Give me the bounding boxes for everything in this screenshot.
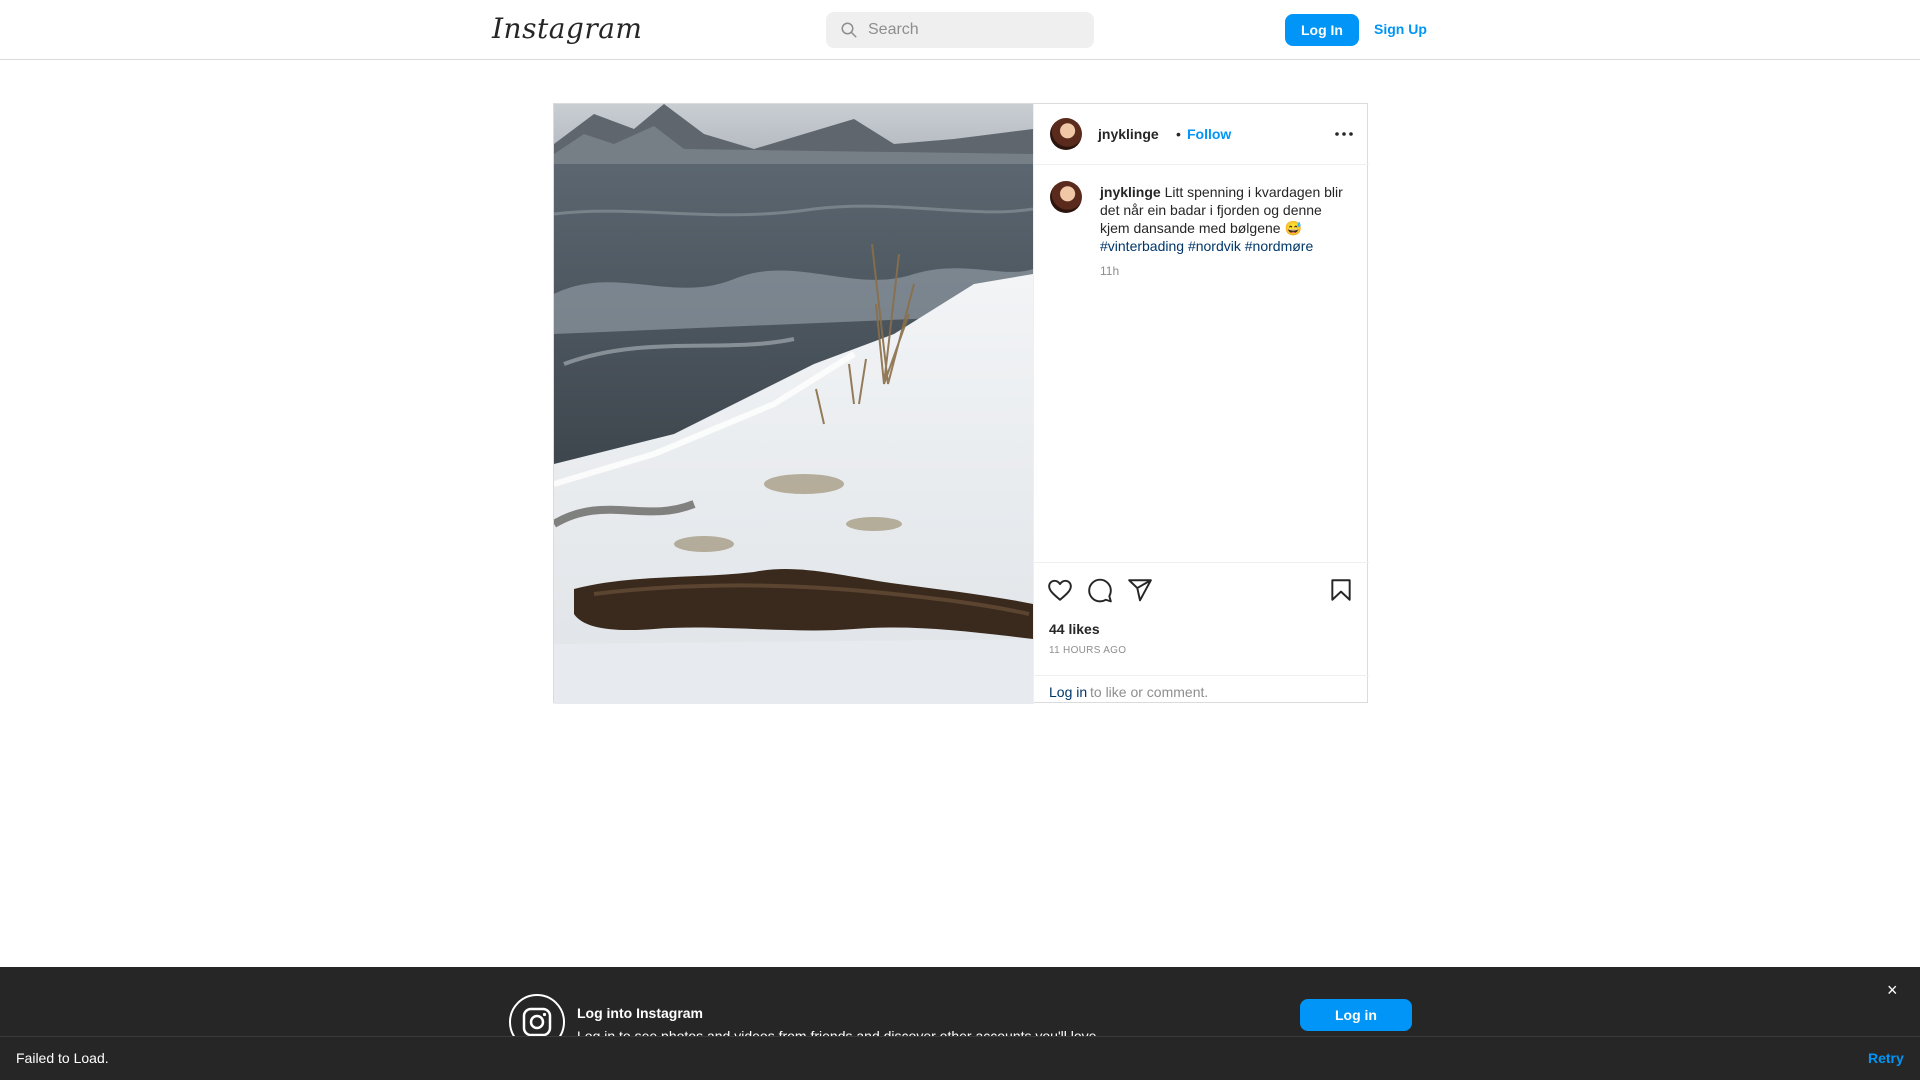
share-icon[interactable] (1127, 577, 1153, 603)
comment-prompt-text: to like or comment. (1090, 684, 1209, 700)
banner-title: Log into Instagram (577, 1005, 703, 1021)
status-message: Failed to Load. (16, 1050, 109, 1066)
caption-section: jnyklinge Litt spenning i kvardagen blir… (1034, 165, 1369, 565)
follow-button[interactable]: Follow (1187, 126, 1231, 142)
separator-dot: • (1176, 126, 1181, 142)
post-sidebar: jnyklinge • Follow jnyklinge Litt spenni… (1033, 104, 1369, 704)
caption-username[interactable]: jnyklinge (1100, 184, 1161, 200)
search-icon (841, 22, 857, 38)
heart-icon[interactable] (1047, 577, 1073, 603)
search-box[interactable] (826, 12, 1094, 48)
post-username[interactable]: jnyklinge (1098, 126, 1159, 142)
status-bar: Failed to Load. Retry (0, 1036, 1920, 1080)
hashtag-link[interactable]: #vinterbading (1100, 238, 1184, 254)
avatar[interactable] (1050, 118, 1082, 150)
post-photo[interactable] (554, 104, 1033, 704)
retry-button[interactable]: Retry (1868, 1050, 1904, 1066)
log-in-button[interactable]: Log In (1285, 14, 1359, 46)
more-options-icon[interactable] (1332, 124, 1356, 144)
fjord-snow-photo (554, 104, 1033, 704)
hashtag-link[interactable]: #nordmøre (1245, 238, 1313, 254)
hashtag-link[interactable]: #nordvik (1188, 238, 1241, 254)
caption-timestamp[interactable]: 11h (1100, 264, 1119, 278)
instagram-logo[interactable]: Instagram (492, 12, 642, 45)
close-icon[interactable]: × (1887, 980, 1898, 1001)
post-actions: 44 likes 11 HOURS AGO Log in to like or … (1034, 562, 1369, 704)
top-navigation-bar: Instagram Log In Sign Up (0, 0, 1920, 60)
bookmark-icon[interactable] (1328, 577, 1354, 603)
caption-text: jnyklinge Litt spenning i kvardagen blir… (1100, 183, 1350, 255)
search-input[interactable] (868, 12, 1088, 48)
comment-prompt: Log in to like or comment. (1034, 675, 1369, 705)
comment-icon[interactable] (1087, 577, 1113, 603)
post-header: jnyklinge • Follow (1034, 104, 1369, 165)
sign-up-link[interactable]: Sign Up (1374, 21, 1427, 37)
log-in-link[interactable]: Log in (1049, 684, 1087, 700)
post-card: jnyklinge • Follow jnyklinge Litt spenni… (553, 103, 1369, 704)
post-timestamp[interactable]: 11 HOURS AGO (1049, 645, 1126, 656)
likes-count[interactable]: 44 likes (1049, 621, 1100, 637)
avatar[interactable] (1050, 181, 1082, 213)
banner-log-in-button[interactable]: Log in (1300, 999, 1412, 1031)
